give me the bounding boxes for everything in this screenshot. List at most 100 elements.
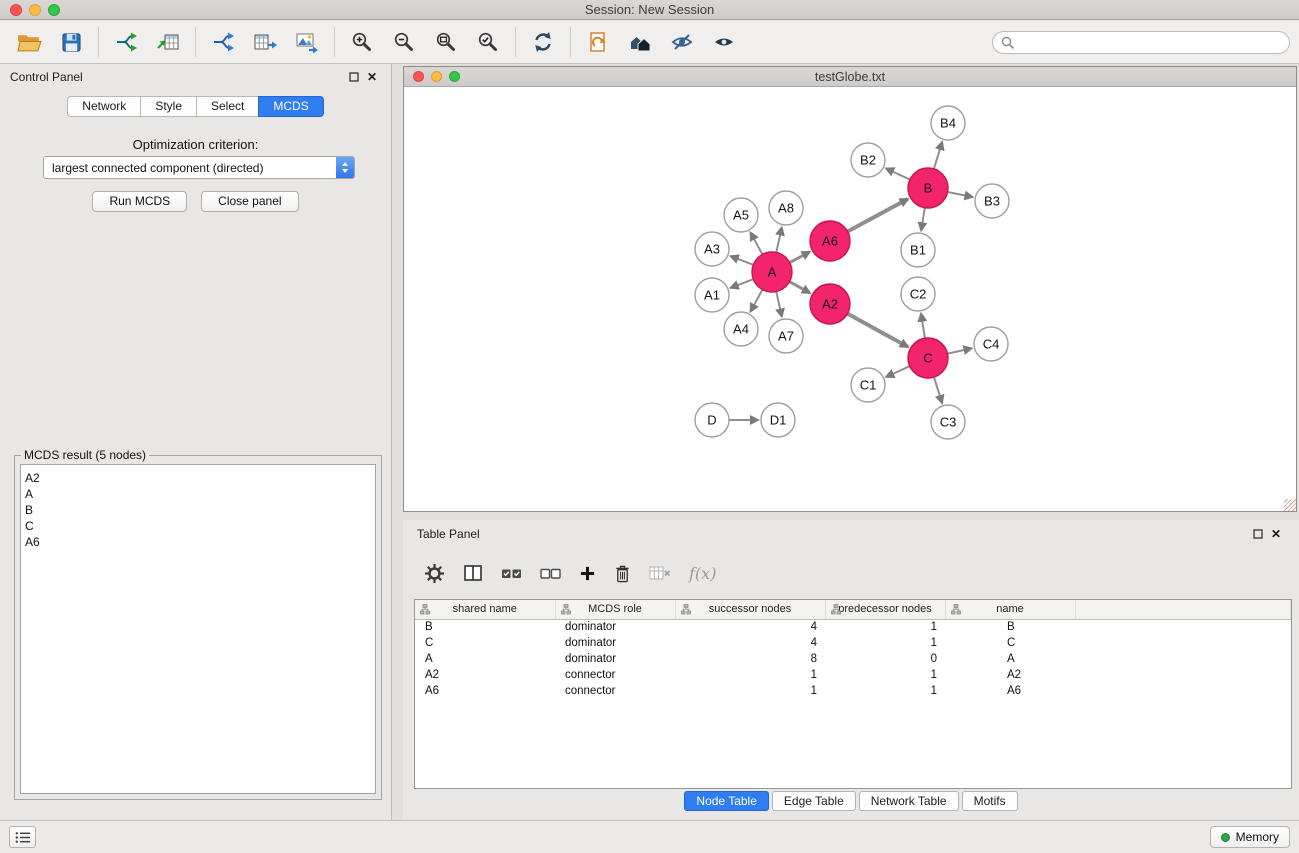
close-view-button[interactable]	[413, 71, 424, 82]
memory-button[interactable]: Memory	[1210, 826, 1290, 848]
resize-grip[interactable]	[1284, 499, 1296, 511]
column-header-name[interactable]: name	[945, 600, 1075, 619]
table-row[interactable]: A2 connector 1 1 A2	[415, 667, 1291, 683]
graph-edge-A-A6[interactable]	[790, 252, 810, 263]
graph-node-B[interactable]: B	[908, 168, 948, 208]
open-recent-session-button[interactable]	[577, 24, 619, 60]
zoom-fit-button[interactable]	[425, 24, 467, 60]
column-header-shared-name[interactable]: shared name	[415, 600, 555, 619]
zoom-window-button[interactable]	[48, 4, 60, 16]
graph-node-D[interactable]: D	[695, 403, 729, 437]
tab-select[interactable]: Select	[196, 96, 259, 117]
minimize-view-button[interactable]	[431, 71, 442, 82]
graph-node-A5[interactable]: A5	[724, 198, 758, 232]
import-network-button[interactable]	[105, 24, 147, 60]
graph-edge-A-A3[interactable]	[731, 256, 754, 265]
graph-node-B1[interactable]: B1	[901, 233, 935, 267]
zoom-in-button[interactable]	[341, 24, 383, 60]
tab-network-table[interactable]: Network Table	[859, 791, 959, 811]
node-table-container[interactable]: shared name MCDS role successor nodes	[414, 599, 1292, 789]
list-item[interactable]: A6	[25, 534, 371, 550]
graph-edge-B-B2[interactable]	[886, 168, 910, 179]
graph-node-C4[interactable]: C4	[974, 327, 1008, 361]
apply-function-button[interactable]: f(x)	[689, 564, 716, 583]
graph-edge-B-B1[interactable]	[921, 208, 925, 231]
graph-node-C2[interactable]: C2	[901, 277, 935, 311]
graph-node-B3[interactable]: B3	[975, 184, 1009, 218]
graph-edge-A6-B[interactable]	[848, 199, 908, 232]
close-table-panel-button[interactable]: ✕	[1267, 527, 1285, 541]
graph-edge-C-C3[interactable]	[934, 377, 942, 403]
graph-node-B4[interactable]: B4	[931, 106, 965, 140]
column-header-predecessor-nodes[interactable]: predecessor nodes	[825, 600, 945, 619]
list-item[interactable]: C	[25, 518, 371, 534]
close-window-button[interactable]	[10, 4, 22, 16]
close-panel-button-2[interactable]: Close panel	[201, 191, 298, 212]
graph-edge-A2-C[interactable]	[848, 314, 908, 347]
hide-graphics-button[interactable]	[661, 24, 703, 60]
task-history-button[interactable]	[9, 826, 36, 848]
zoom-view-button[interactable]	[449, 71, 460, 82]
export-table-button[interactable]	[244, 24, 286, 60]
delete-table-button[interactable]	[649, 565, 671, 581]
table-settings-button[interactable]	[424, 563, 445, 584]
graph-edge-A-A8[interactable]	[776, 228, 781, 253]
table-row[interactable]: B dominator 4 1 B	[415, 619, 1291, 635]
table-row[interactable]: A dominator 8 0 A	[415, 651, 1291, 667]
mcds-result-list[interactable]: A2 A B C A6	[20, 464, 376, 794]
graph-node-C1[interactable]: C1	[851, 368, 885, 402]
graph-edge-C-C2[interactable]	[921, 314, 925, 338]
graph-node-A3[interactable]: A3	[695, 232, 729, 266]
export-network-button[interactable]	[202, 24, 244, 60]
network-canvas[interactable]: B4B2BB3A5A8A6A3B1AA1C2A2A4A7CC4C1C3DD1	[404, 88, 1296, 511]
graph-node-A2[interactable]: A2	[810, 284, 850, 324]
graph-edge-C-C4[interactable]	[948, 348, 972, 353]
column-header-successor-nodes[interactable]: successor nodes	[675, 600, 825, 619]
float-panel-button[interactable]	[345, 72, 363, 82]
tab-style[interactable]: Style	[140, 96, 197, 117]
show-graphics-button[interactable]	[703, 24, 745, 60]
tab-motifs[interactable]: Motifs	[962, 791, 1018, 811]
save-session-button[interactable]	[50, 24, 92, 60]
delete-column-button[interactable]	[614, 564, 631, 583]
zoom-selected-button[interactable]	[467, 24, 509, 60]
graph-node-C[interactable]: C	[908, 338, 948, 378]
tab-network[interactable]: Network	[67, 96, 141, 117]
zoom-out-button[interactable]	[383, 24, 425, 60]
add-column-button[interactable]	[579, 565, 596, 582]
network-graph[interactable]: B4B2BB3A5A8A6A3B1AA1C2A2A4A7CC4C1C3DD1	[404, 88, 1296, 511]
graph-node-A[interactable]: A	[752, 252, 792, 292]
graph-edge-A-A7[interactable]	[776, 292, 781, 317]
open-session-button[interactable]	[8, 24, 50, 60]
graph-node-C3[interactable]: C3	[931, 405, 965, 439]
graph-node-B2[interactable]: B2	[851, 143, 885, 177]
close-panel-button[interactable]: ✕	[363, 70, 381, 84]
criterion-dropdown[interactable]: largest connected component (directed)	[43, 156, 355, 179]
list-item[interactable]: A	[25, 486, 371, 502]
toolbar-search[interactable]	[992, 31, 1290, 54]
graph-edge-A-A1[interactable]	[731, 279, 754, 288]
deselect-all-rows-button[interactable]	[540, 566, 561, 581]
column-header-mcds-role[interactable]: MCDS role	[555, 600, 675, 619]
graph-node-A8[interactable]: A8	[769, 191, 803, 225]
graph-edge-A-A2[interactable]	[790, 282, 810, 293]
graph-node-A7[interactable]: A7	[769, 319, 803, 353]
graph-node-A4[interactable]: A4	[724, 312, 758, 346]
import-table-button[interactable]	[147, 24, 189, 60]
export-image-button[interactable]	[286, 24, 328, 60]
minimize-window-button[interactable]	[29, 4, 41, 16]
tab-node-table[interactable]: Node Table	[684, 791, 769, 811]
float-table-panel-button[interactable]	[1249, 529, 1267, 539]
table-row[interactable]: C dominator 4 1 C	[415, 635, 1291, 651]
run-mcds-button[interactable]: Run MCDS	[92, 191, 187, 212]
search-input[interactable]	[1021, 36, 1281, 50]
home-button[interactable]	[619, 24, 661, 60]
graph-edge-A-A5[interactable]	[751, 233, 763, 255]
graph-node-D1[interactable]: D1	[761, 403, 795, 437]
graph-edge-B-B4[interactable]	[934, 142, 942, 169]
list-item[interactable]: A2	[25, 470, 371, 486]
tab-edge-table[interactable]: Edge Table	[772, 791, 856, 811]
graph-node-A1[interactable]: A1	[695, 278, 729, 312]
apply-layout-button[interactable]	[522, 24, 564, 60]
select-all-rows-button[interactable]	[501, 566, 522, 581]
